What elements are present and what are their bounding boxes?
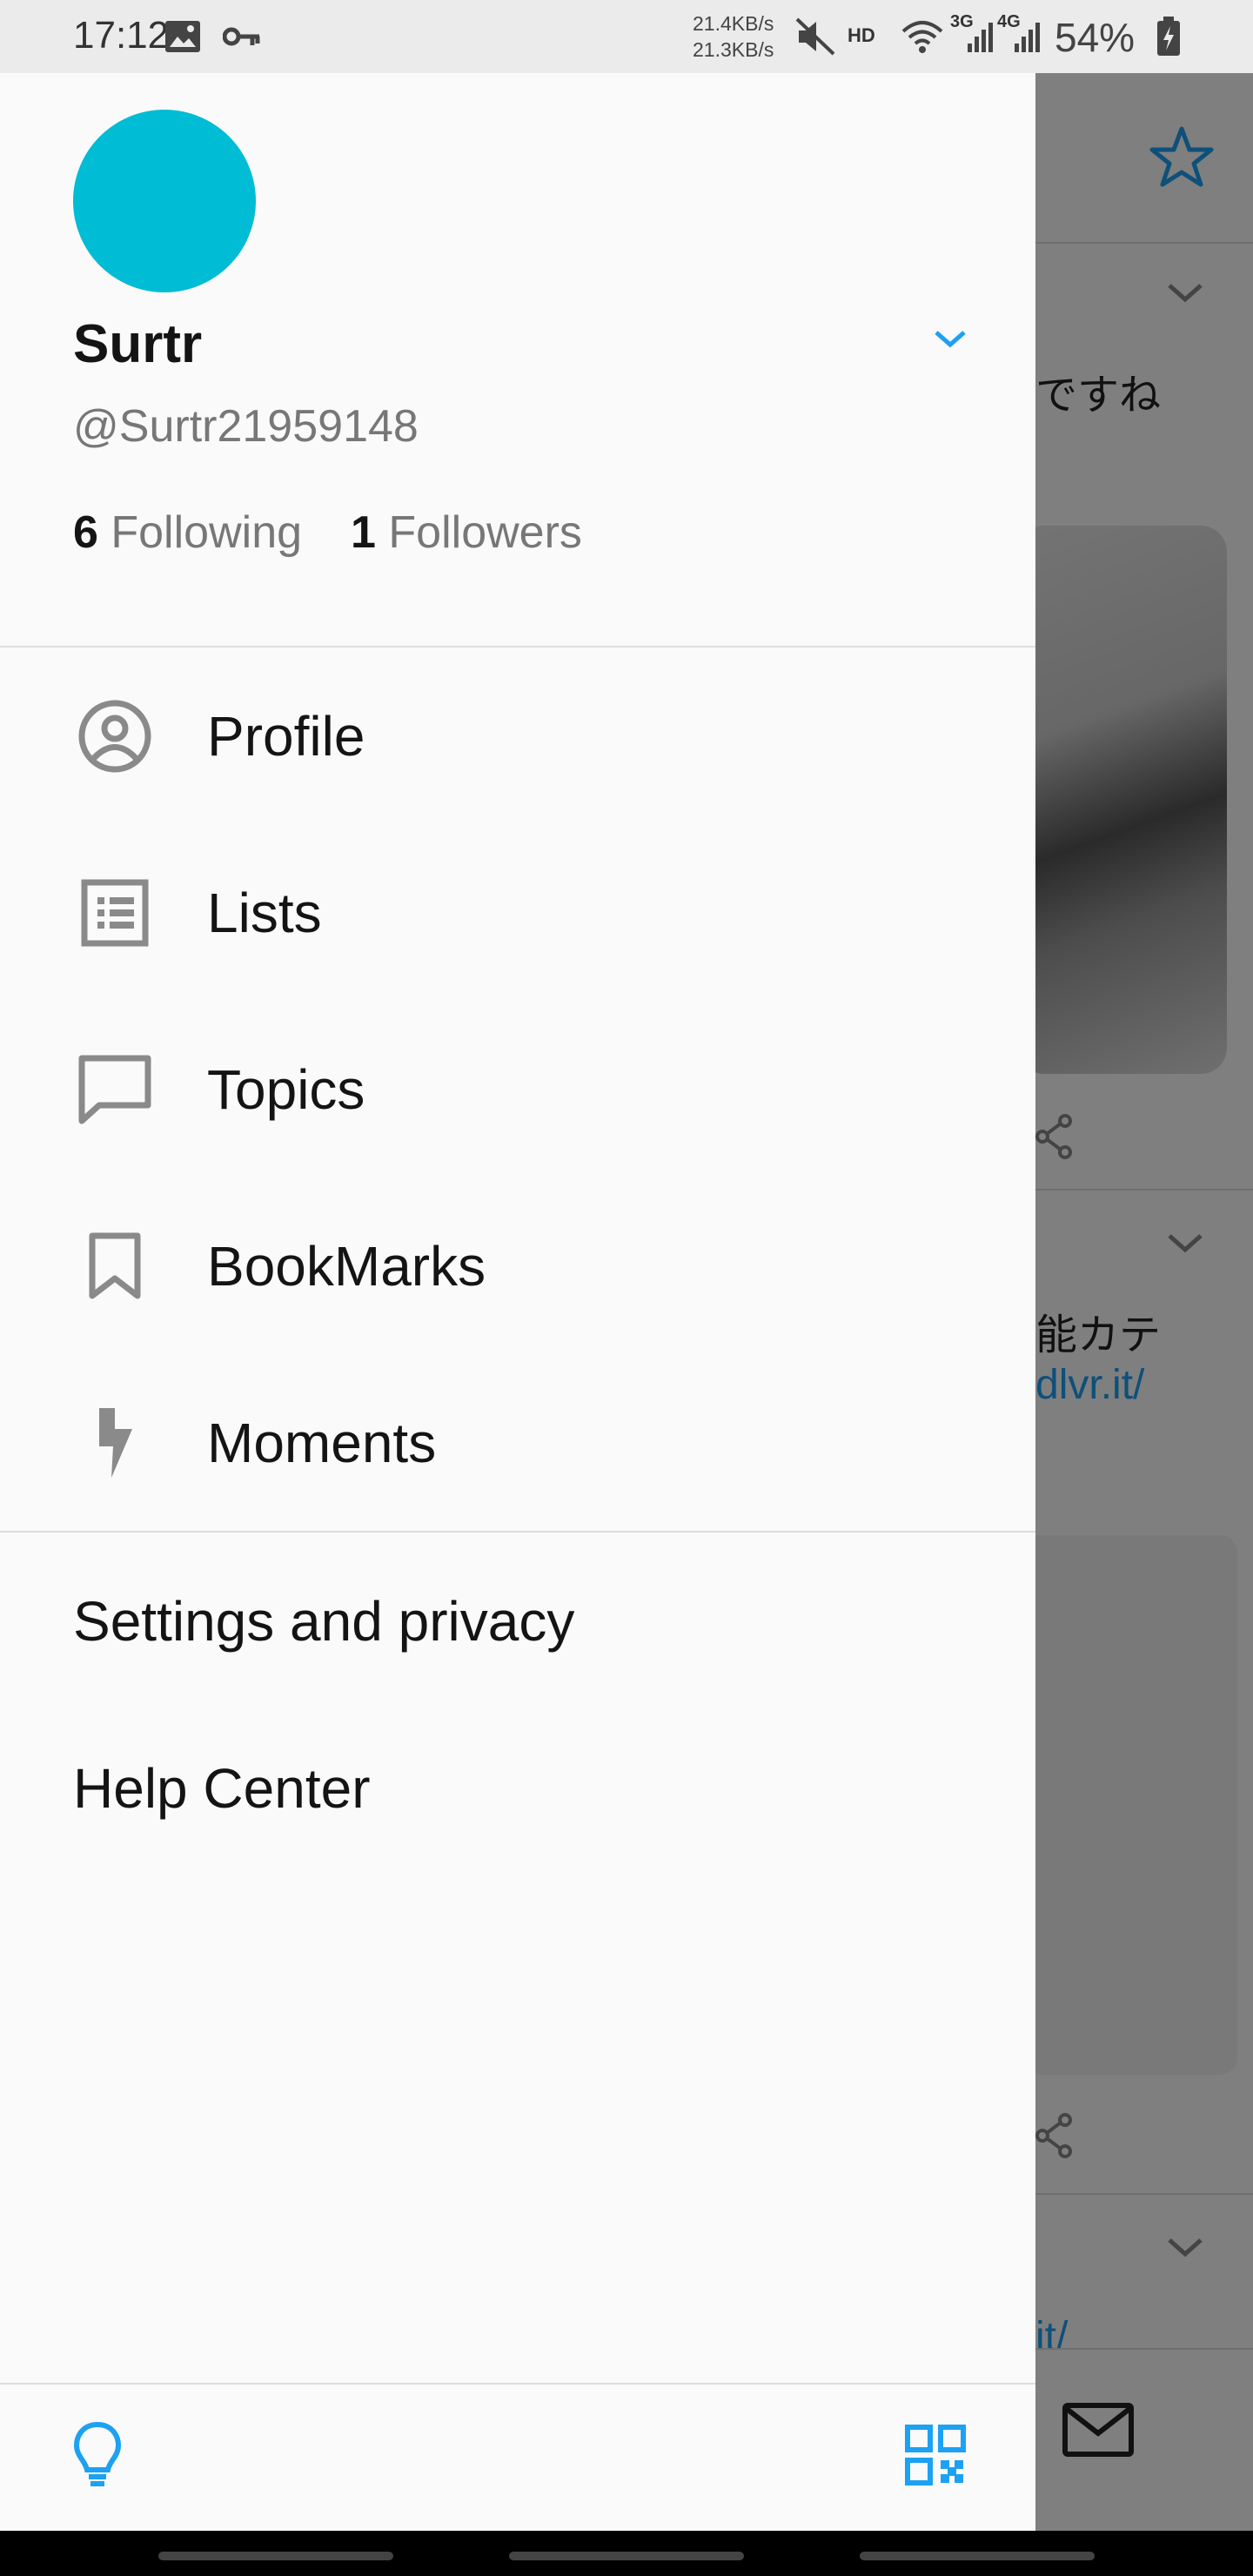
settings-and-privacy-link[interactable]: Settings and privacy <box>73 1589 574 1654</box>
image-icon <box>164 19 202 58</box>
profile-name[interactable]: Surtr <box>73 313 202 375</box>
profile-icon <box>73 694 157 778</box>
menu-label-lists: Lists <box>207 881 322 944</box>
speed-down: 21.3KB/s <box>693 38 774 61</box>
menu-item-lists[interactable]: Lists <box>0 824 1035 1001</box>
system-navigation-bar <box>0 2531 1253 2576</box>
following-count: 6 <box>73 507 98 558</box>
menu-label-moments: Moments <box>207 1411 437 1474</box>
lists-icon <box>73 871 157 955</box>
following-label: Following <box>111 507 303 558</box>
nav-back-gesture[interactable] <box>158 2552 393 2560</box>
drawer-footer <box>0 2383 1035 2531</box>
signal-icon <box>955 19 994 58</box>
lightbulb-icon[interactable] <box>70 2419 125 2493</box>
follow-stats: 6 Following 1 Followers <box>73 506 582 559</box>
navigation-drawer: Surtr @Surtr21959148 6 Following 1 Follow… <box>0 73 1035 2531</box>
menu-item-topics[interactable]: Topics <box>0 1001 1035 1177</box>
menu-label-profile: Profile <box>207 704 365 768</box>
nav-home-gesture[interactable] <box>509 2552 744 2560</box>
signal-icon <box>1002 19 1041 58</box>
battery-percent: 54% <box>1055 15 1136 60</box>
followers-link[interactable]: 1 Followers <box>351 507 582 558</box>
qr-code-icon[interactable] <box>905 2425 966 2490</box>
avatar[interactable] <box>73 110 256 292</box>
followers-label: Followers <box>388 507 582 558</box>
nav-recents-gesture[interactable] <box>860 2552 1095 2560</box>
menu-item-moments[interactable]: Moments <box>0 1354 1035 1531</box>
menu-label-topics: Topics <box>207 1057 365 1121</box>
battery-icon <box>1156 16 1182 62</box>
hd-label: HD <box>848 24 875 46</box>
status-time: 17:12 <box>73 14 170 57</box>
status-bar: 17:12 21.4KB/s 21.3KB/s HD 3G 4G 54% <box>0 0 1253 73</box>
wifi-icon <box>900 17 945 60</box>
divider <box>0 1531 1035 1533</box>
help-center-link[interactable]: Help Center <box>73 1756 371 1821</box>
account-switch-chevron-icon[interactable] <box>931 325 969 356</box>
network-speed: 21.4KB/s 21.3KB/s <box>693 10 774 63</box>
topics-icon <box>73 1048 157 1131</box>
moments-icon <box>73 1401 157 1485</box>
followers-count: 1 <box>351 507 376 558</box>
speed-up: 21.4KB/s <box>693 12 774 35</box>
key-icon <box>222 24 261 53</box>
mute-icon <box>795 17 837 60</box>
profile-handle: @Surtr21959148 <box>73 401 419 452</box>
following-link[interactable]: 6 Following <box>73 507 302 558</box>
bookmark-icon <box>73 1224 157 1308</box>
menu-item-bookmarks[interactable]: BookMarks <box>0 1177 1035 1354</box>
menu-item-profile[interactable]: Profile <box>0 647 1035 824</box>
menu-label-bookmarks: BookMarks <box>207 1234 486 1298</box>
